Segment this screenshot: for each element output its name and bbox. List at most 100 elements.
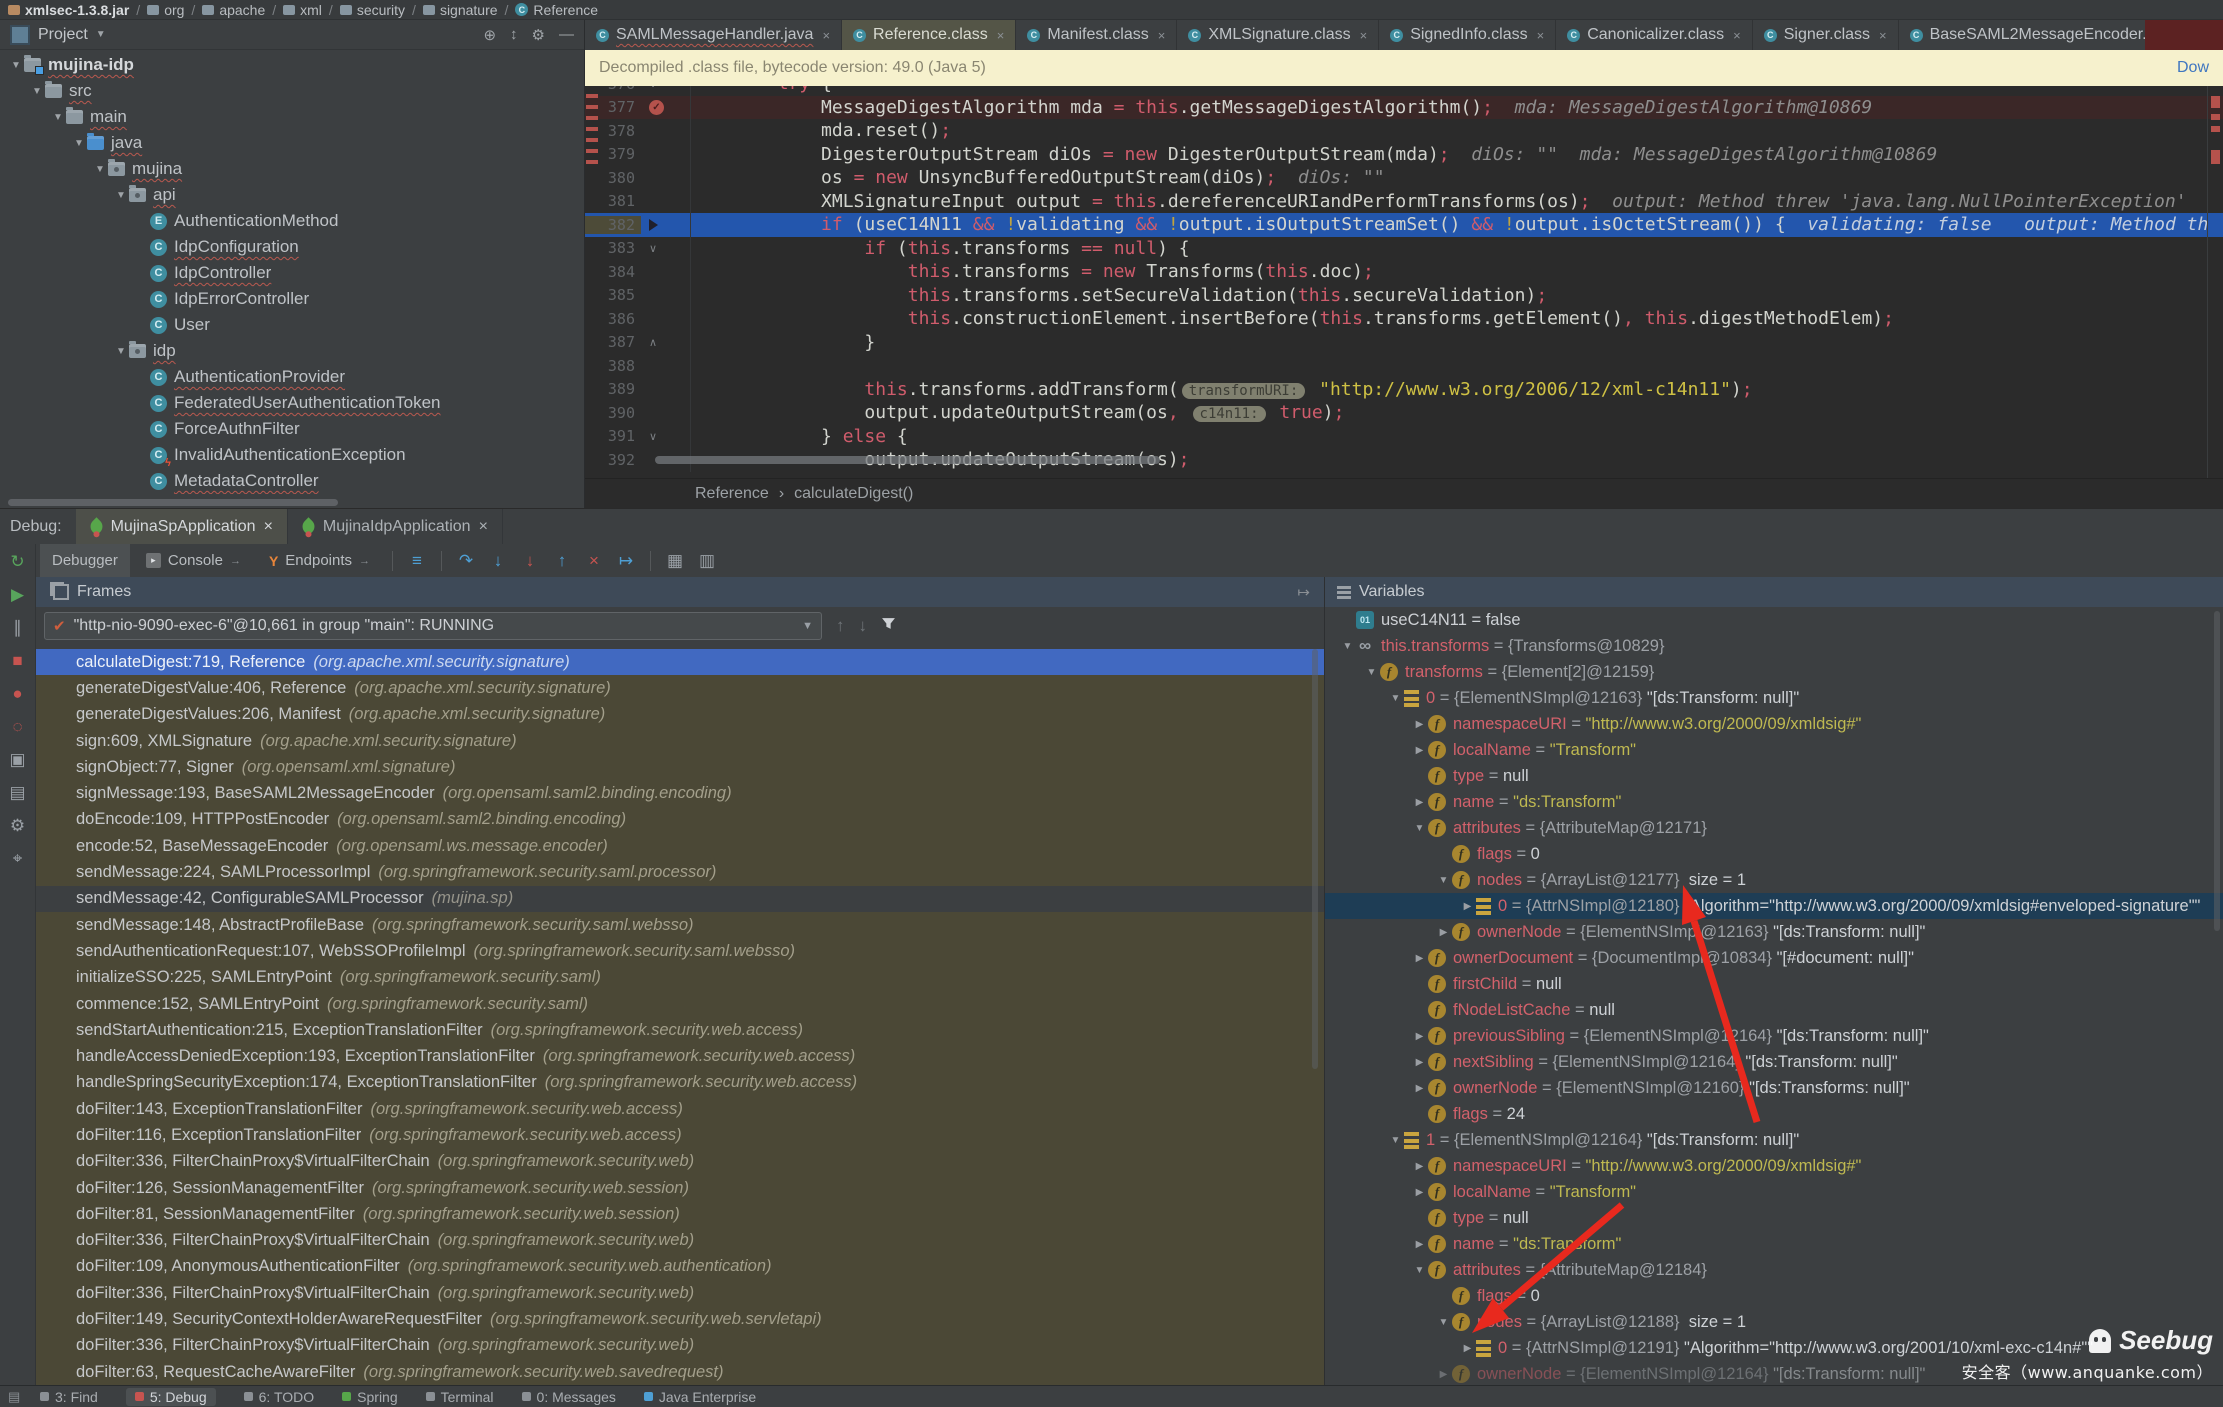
- tool-tab-endpoints[interactable]: Y Endpoints →: [257, 544, 382, 577]
- editor-tab[interactable]: C SignedInfo.class ×: [1379, 20, 1557, 50]
- tool-tab-debugger[interactable]: Debugger: [40, 544, 130, 577]
- project-tree-item[interactable]: C IdpController: [0, 260, 584, 286]
- path-item[interactable]: C Reference: [515, 2, 598, 18]
- project-tree-item[interactable]: C ForceAuthnFilter: [0, 416, 584, 442]
- expand-arrow-icon[interactable]: ▼: [1387, 1135, 1404, 1146]
- line-number[interactable]: 382: [585, 215, 641, 234]
- close-icon[interactable]: ×: [822, 28, 830, 43]
- breakpoint-icon[interactable]: ✓: [649, 99, 664, 115]
- expand-arrow-icon[interactable]: ▼: [1339, 641, 1356, 652]
- line-number[interactable]: 383: [585, 239, 641, 257]
- banner-link[interactable]: Dow: [2177, 59, 2209, 77]
- expand-arrow-icon[interactable]: ▼: [50, 112, 66, 123]
- variables-row[interactable]: ▼ f attributes = {AttributeMap@12184}: [1325, 1257, 2223, 1283]
- project-tree-item[interactable]: C IdpConfiguration: [0, 234, 584, 260]
- locate-icon[interactable]: ⊕: [483, 26, 496, 44]
- frames-row[interactable]: encode:52, BaseMessageEncoder (org.opensa…: [36, 833, 1324, 860]
- variables-row[interactable]: ▼ ∞ this.transforms = {Transforms@10829}: [1325, 633, 2223, 659]
- project-tree-item[interactable]: C IdpErrorController: [0, 286, 584, 312]
- project-tree-item[interactable]: C AuthenticationProvider: [0, 364, 584, 390]
- step-over-icon[interactable]: ↷: [452, 551, 480, 571]
- project-tree-item[interactable]: ▼ java: [0, 130, 584, 156]
- expand-arrow-icon[interactable]: ▼: [1411, 823, 1428, 834]
- drop-frame-icon[interactable]: ×: [580, 551, 608, 571]
- expand-arrow-icon[interactable]: ▼: [71, 138, 87, 149]
- expand-arrow-icon[interactable]: ▼: [8, 60, 24, 71]
- project-tree-item[interactable]: ▼ src: [0, 78, 584, 104]
- line-number[interactable]: 390: [585, 404, 641, 422]
- frames-row[interactable]: sign:609, XMLSignature (org.apache.xml.se…: [36, 727, 1324, 755]
- breadcrumb-method[interactable]: calculateDigest(): [794, 485, 913, 503]
- mute-breakpoints-icon[interactable]: ◌: [12, 717, 22, 737]
- frames-row[interactable]: doFilter:81, SessionManagementFilter (org…: [36, 1201, 1324, 1228]
- frames-row[interactable]: sendMessage:148, AbstractProfileBase (org…: [36, 911, 1324, 939]
- thread-dump-icon[interactable]: ▣: [9, 750, 25, 770]
- variables-row[interactable]: f type = null: [1325, 763, 2223, 789]
- close-icon[interactable]: ×: [1360, 28, 1368, 43]
- prev-frame-icon[interactable]: ↑: [836, 616, 845, 636]
- variables-row[interactable]: f flags = 24: [1325, 1101, 2223, 1127]
- line-number[interactable]: 384: [585, 263, 641, 281]
- code-editor[interactable]: 376 ∨ try {377✓ MessageDigestAlgorithm md…: [585, 86, 2223, 478]
- variables-row[interactable]: ▶ 0 = {AttrNSImpl@12180} "Algorithm="http…: [1325, 893, 2223, 919]
- frames-row[interactable]: handleAccessDeniedException:193, Excepti…: [36, 1043, 1324, 1070]
- variables-row[interactable]: ▼ f attributes = {AttributeMap@12171}: [1325, 815, 2223, 841]
- variables-row[interactable]: ▶ f ownerDocument = {DocumentImpl@10834} "…: [1325, 945, 2223, 971]
- run-to-cursor-icon[interactable]: ↦: [612, 551, 640, 571]
- view-breakpoints-icon[interactable]: ●: [12, 684, 22, 704]
- fold-marker-icon[interactable]: ∧: [649, 336, 657, 349]
- fold-marker-icon[interactable]: ∨: [649, 242, 657, 255]
- frames-row[interactable]: doFilter:336, FilterChainProxy$VirtualFi…: [36, 1148, 1324, 1175]
- expand-arrow-icon[interactable]: ▶: [1411, 719, 1428, 730]
- menu-icon[interactable]: ▤: [8, 1389, 20, 1405]
- project-tree-item[interactable]: ▼ api: [0, 182, 584, 208]
- line-number[interactable]: 386: [585, 310, 641, 328]
- chevron-down-icon[interactable]: ▼: [96, 29, 106, 40]
- editor-tab[interactable]: C Manifest.class ×: [1016, 20, 1178, 50]
- frames-row[interactable]: doFilter:63, RequestCacheAwareFilter (org…: [36, 1359, 1324, 1385]
- step-out-icon[interactable]: ↑: [548, 551, 576, 571]
- expand-arrow-icon[interactable]: ▶: [1411, 1057, 1428, 1068]
- frames-row[interactable]: signMessage:193, BaseSAML2MessageEncoder…: [36, 780, 1324, 807]
- frames-row[interactable]: handleSpringSecurityException:174, Excep…: [36, 1069, 1324, 1097]
- close-icon[interactable]: ×: [1537, 28, 1545, 43]
- editor-hscrollbar[interactable]: [655, 456, 1160, 464]
- debug-session-tab[interactable]: MujinaIdpApplication ×: [288, 509, 503, 544]
- project-tree-item[interactable]: ▼ mujina-idp: [0, 52, 584, 78]
- project-tree-item[interactable]: E AuthenticationMethod: [0, 208, 584, 234]
- restore-layout-icon[interactable]: ▤: [9, 783, 25, 803]
- tool-tab-console[interactable]: ▸ Console →: [134, 544, 253, 577]
- variables-row[interactable]: ▶ f namespaceURI = "http://www.w3.org/2000…: [1325, 711, 2223, 737]
- gear-icon[interactable]: ⚙: [532, 26, 545, 44]
- close-icon[interactable]: ×: [264, 518, 273, 536]
- frames-row[interactable]: doFilter:143, ExceptionTranslationFilter…: [36, 1096, 1324, 1123]
- expand-arrow-icon[interactable]: ▶: [1459, 1343, 1476, 1354]
- variables-scrollbar[interactable]: [2214, 611, 2220, 931]
- line-number[interactable]: 381: [585, 192, 641, 210]
- breadcrumb-class[interactable]: Reference: [695, 485, 769, 503]
- variables-row[interactable]: ▼ f transforms = {Element[2]@12159}: [1325, 659, 2223, 685]
- expand-arrow-icon[interactable]: ▶: [1411, 797, 1428, 808]
- expand-arrow-icon[interactable]: ▼: [113, 346, 129, 357]
- pin-icon[interactable]: ⌖: [13, 849, 23, 869]
- stop-program-icon[interactable]: ■: [12, 651, 22, 671]
- line-number[interactable]: 391: [585, 427, 641, 445]
- line-number[interactable]: 388: [585, 357, 641, 375]
- expand-arrow-icon[interactable]: ▼: [1387, 693, 1404, 704]
- statusbar-item[interactable]: Spring: [342, 1389, 398, 1405]
- frames-row[interactable]: doEncode:109, HTTPPostEncoder (org.opensa…: [36, 806, 1324, 834]
- line-number[interactable]: 380: [585, 169, 641, 187]
- frames-row[interactable]: doFilter:336, FilterChainProxy$VirtualFi…: [36, 1227, 1324, 1254]
- settings-icon[interactable]: ⚙: [10, 816, 25, 836]
- path-item[interactable]: signature: [422, 2, 498, 18]
- pin-icon[interactable]: ↦: [1297, 583, 1310, 601]
- project-panel-header[interactable]: Project ▼ ⊕ ↕ ⚙ —: [0, 20, 584, 50]
- path-item[interactable]: apache: [202, 2, 265, 18]
- next-frame-icon[interactable]: ↓: [859, 616, 868, 636]
- filter-icon[interactable]: [881, 616, 896, 636]
- editor-tab[interactable]: C SAMLMessageHandler.java ×: [585, 20, 843, 50]
- frames-row[interactable]: signObject:77, Signer (org.opensaml.xml.s…: [36, 754, 1324, 781]
- step-into-icon[interactable]: ↓: [484, 551, 512, 571]
- expand-arrow-icon[interactable]: ▼: [1411, 1265, 1428, 1276]
- expand-arrow-icon[interactable]: ▶: [1411, 1239, 1428, 1250]
